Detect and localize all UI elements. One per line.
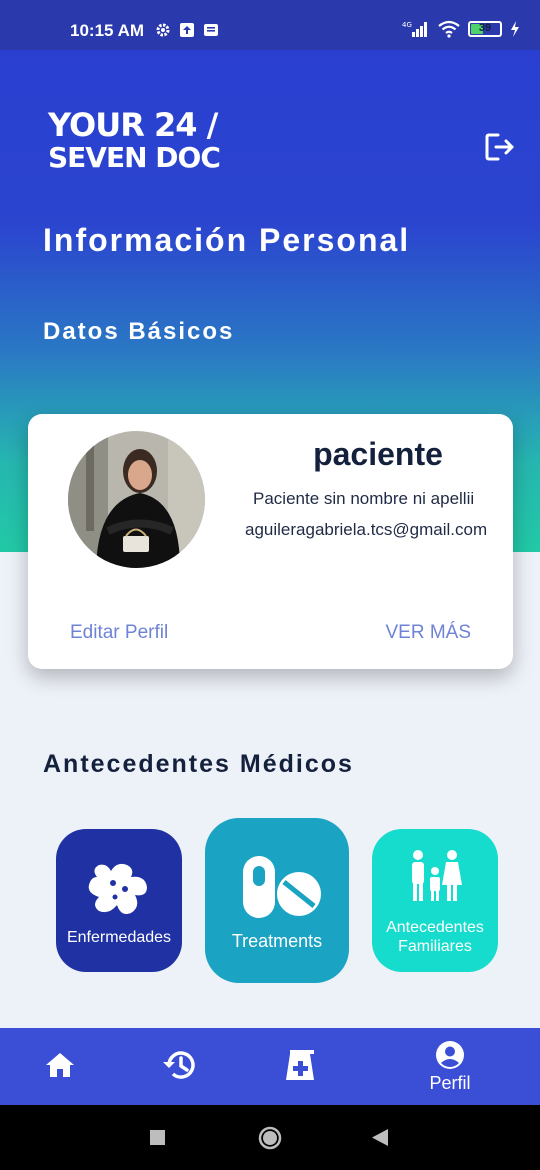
settings-icon: [156, 23, 170, 37]
virus-icon: [88, 863, 147, 914]
recents-icon[interactable]: [150, 1130, 165, 1145]
edit-profile-button[interactable]: Editar Perfil: [70, 622, 168, 644]
tile-family-history[interactable]: Antecedentes Familiares: [372, 829, 498, 972]
status-bar: 10:15 AM 4G 39: [0, 0, 540, 50]
avatar-photo: [68, 431, 205, 568]
logout-icon[interactable]: [484, 132, 516, 162]
history-icon: [163, 1051, 195, 1079]
profile-username: paciente: [313, 436, 443, 472]
system-navigation-bar: [0, 1105, 540, 1170]
prescription-icon: [286, 1050, 314, 1080]
signal-icon: 4G: [402, 21, 427, 37]
nav-home[interactable]: [30, 1028, 90, 1105]
nav-history[interactable]: [150, 1028, 210, 1105]
tile-family-history-label: Antecedentes Familiares: [386, 919, 484, 955]
avatar[interactable]: [68, 431, 205, 568]
nav-profile[interactable]: Perfil: [410, 1028, 490, 1105]
nav-prescriptions[interactable]: [270, 1028, 330, 1105]
upload-icon: [180, 23, 194, 37]
status-system-icons: 4G 39: [400, 20, 520, 38]
page-title: Información Personal: [43, 222, 411, 258]
tile-diseases-label: Enfermedades: [66, 929, 172, 946]
tile-treatments[interactable]: Treatments: [205, 818, 349, 983]
nav-profile-label: Perfil: [429, 1073, 471, 1093]
section-title-medical-history: Antecedentes Médicos: [43, 750, 354, 778]
status-notification-icons: [155, 22, 219, 38]
home-system-icon[interactable]: [258, 1126, 282, 1150]
bottom-navigation: Perfil: [0, 1028, 540, 1105]
logo-line-2: SEVEN DOC: [48, 141, 221, 174]
profile-full-name: Paciente sin nombre ni apellii: [253, 489, 475, 508]
network-type: 4G: [402, 21, 412, 29]
wifi-icon: [438, 20, 460, 38]
battery-indicator: 39: [468, 21, 502, 37]
message-icon: [204, 24, 218, 36]
charging-icon: [511, 21, 519, 37]
tile-treatments-label: Treatments: [231, 931, 323, 951]
battery-percent: 39: [478, 22, 492, 34]
home-icon: [46, 1053, 74, 1077]
logo-line-1: YOUR 24 /: [48, 106, 218, 144]
app-logo: YOUR 24 / SEVEN DOC: [48, 106, 221, 174]
profile-card: paciente Paciente sin nombre ni apellii …: [28, 414, 513, 669]
view-more-button[interactable]: VER MÁS: [385, 622, 471, 644]
back-icon[interactable]: [372, 1129, 388, 1146]
profile-email: aguileragabriela.tcs@gmail.com: [245, 520, 488, 539]
status-time: 10:15 AM: [70, 21, 145, 40]
account-icon: [436, 1041, 464, 1069]
pills-icon: [243, 856, 321, 918]
family-icon: [412, 850, 462, 901]
section-title-basic-data: Datos Básicos: [43, 318, 235, 345]
tile-diseases[interactable]: Enfermedades: [56, 829, 182, 972]
